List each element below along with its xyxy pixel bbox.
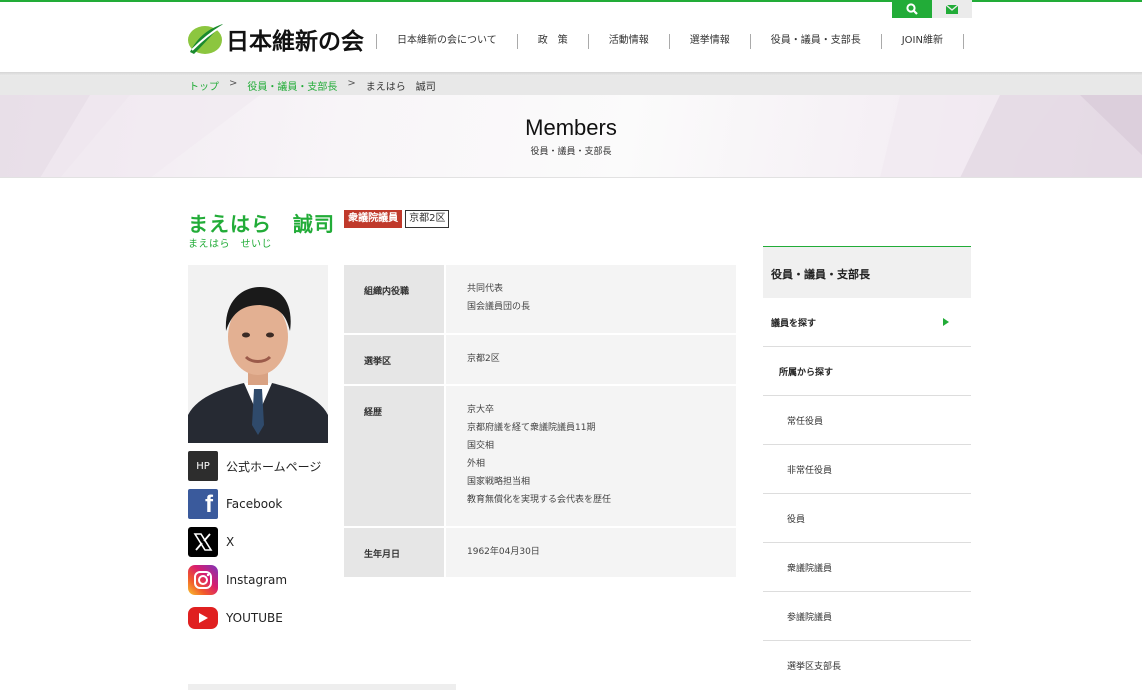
sidebar-item-officers[interactable]: 役員: [763, 494, 971, 543]
member-name-kana: まえはら せいじ: [188, 239, 272, 250]
breadcrumb: トップ > 役員・議員・支部長 > まえはら 誠司: [189, 78, 436, 93]
arrow-right-icon: [943, 318, 949, 326]
info-line: 1962年04月30日: [467, 547, 540, 557]
homepage-link-label: 公式ホームページ: [226, 459, 322, 474]
info-value-birthdate: 1962年04月30日: [446, 528, 736, 579]
info-line: 国交相: [467, 441, 495, 451]
info-line: 教育無償化を実現する会代表を歴任: [467, 495, 612, 505]
homepage-link[interactable]: HP 公式ホームページ: [188, 451, 321, 481]
homepage-icon: HP: [188, 451, 218, 481]
table-row: 生年月日 1962年04月30日: [344, 528, 736, 579]
info-line: 京都2区: [467, 354, 500, 364]
sidebar-item-standing-officers[interactable]: 常任役員: [763, 396, 971, 445]
search-icon: [906, 3, 918, 15]
info-line: 共同代表: [467, 284, 504, 294]
page-hero: Members 役員・議員・支部長: [0, 95, 1142, 178]
sidebar-item-label: 議員を探す: [771, 318, 817, 329]
info-line: 国家戦略担当相: [467, 477, 531, 487]
info-line: 京大卒: [467, 405, 495, 415]
nav-activities[interactable]: 活動情報: [587, 34, 669, 49]
table-row: 組織内役職 共同代表 国会議員団の長: [344, 265, 736, 335]
instagram-link-label: Instagram: [226, 573, 288, 587]
facebook-icon: f: [188, 489, 218, 519]
sidebar-item-label: 非常任役員: [787, 465, 833, 476]
youtube-icon: [188, 607, 218, 629]
member-info-table: 組織内役職 共同代表 国会議員団の長 選挙区 京都2区 経歴 京大卒 京都府議を…: [344, 265, 736, 579]
content-block-stub: [188, 684, 456, 690]
youtube-link-label: YOUTUBE: [226, 611, 283, 625]
sidebar-item-label: 常任役員: [787, 416, 824, 427]
page-subtitle: 役員・議員・支部長: [530, 147, 612, 157]
sidebar-item-label: 参議院議員: [787, 612, 833, 623]
breadcrumb-separator: >: [347, 78, 356, 89]
sidebar-heading: 役員・議員・支部長: [763, 246, 971, 298]
sidebar-item-search-members[interactable]: 議員を探す: [763, 298, 971, 347]
breadcrumb-home[interactable]: トップ: [189, 78, 219, 93]
info-value-district: 京都2区: [446, 335, 736, 386]
sidebar-item-label: 役員: [787, 514, 806, 525]
sidebar-item-label: 所属から探す: [779, 367, 834, 378]
breadcrumb-current: まえはら 誠司: [365, 82, 436, 93]
sidebar: 役員・議員・支部長 議員を探す 所属から探す 常任役員 非常任役員 役員 衆議院…: [763, 246, 971, 690]
member-name: まえはら 誠司: [188, 212, 335, 236]
member-name-block: まえはら 誠司 衆議院議員 京都2区: [188, 208, 450, 237]
sidebar-item-district-branch-heads[interactable]: 選挙区支部長: [763, 641, 971, 690]
info-label-birthdate: 生年月日: [344, 528, 446, 579]
info-value-position: 共同代表 国会議員団の長: [446, 265, 736, 335]
house-badge: 衆議院議員: [344, 209, 403, 228]
x-link-label: X: [226, 535, 235, 549]
x-icon: [188, 527, 218, 557]
sidebar-item-house-of-councillors[interactable]: 参議院議員: [763, 592, 971, 641]
facebook-link[interactable]: f Facebook: [188, 489, 321, 519]
district-badge: 京都2区: [405, 209, 450, 228]
global-nav: 日本維新の会について 政 策 活動情報 選挙情報 役員・議員・支部長 JOIN維…: [376, 34, 964, 50]
breadcrumb-separator: >: [229, 78, 238, 89]
nav-elections[interactable]: 選挙情報: [668, 34, 750, 49]
info-label-district: 選挙区: [344, 335, 446, 386]
instagram-link[interactable]: Instagram: [188, 565, 321, 595]
logo-text: 日本維新の会: [226, 28, 364, 55]
facebook-link-label: Facebook: [226, 497, 283, 511]
table-row: 経歴 京大卒 京都府議を経て衆議院議員11期 国交相 外相 国家戦略担当相 教育…: [344, 386, 736, 528]
nav-join[interactable]: JOIN維新: [880, 34, 964, 49]
sidebar-item-by-affiliation[interactable]: 所属から探す: [763, 347, 971, 396]
sidebar-item-label: 選挙区支部長: [787, 662, 842, 672]
info-line: 京都府議を経て衆議院議員11期: [467, 423, 596, 433]
info-value-career: 京大卒 京都府議を経て衆議院議員11期 国交相 外相 国家戦略担当相 教育無償化…: [446, 386, 736, 528]
member-photo: [188, 265, 328, 443]
x-link[interactable]: X: [188, 527, 321, 557]
nav-members[interactable]: 役員・議員・支部長: [749, 34, 881, 49]
info-line: 外相: [467, 459, 486, 469]
logo-leaf-icon: [188, 24, 223, 54]
youtube-link[interactable]: YOUTUBE: [188, 603, 321, 633]
breadcrumb-section[interactable]: 役員・議員・支部長: [247, 78, 337, 93]
external-links: HP 公式ホームページ f Facebook X Instagram YOUTU…: [188, 451, 321, 641]
sidebar-item-house-of-representatives[interactable]: 衆議院議員: [763, 543, 971, 592]
instagram-icon: [188, 565, 218, 595]
breadcrumb-bar: トップ > 役員・議員・支部長 > まえはら 誠司: [0, 76, 1142, 95]
member-portrait: [188, 265, 328, 443]
info-line: 国会議員団の長: [467, 302, 531, 312]
header-icon-buttons: [892, 0, 972, 18]
table-row: 選挙区 京都2区: [344, 335, 736, 386]
mail-icon: [946, 4, 958, 14]
page-title: Members: [525, 115, 617, 140]
nav-policy[interactable]: 政 策: [516, 34, 588, 49]
mail-button[interactable]: [932, 0, 972, 18]
search-button[interactable]: [892, 0, 932, 18]
sidebar-item-label: 衆議院議員: [787, 563, 833, 574]
info-label-career: 経歴: [344, 386, 446, 528]
info-label-position: 組織内役職: [344, 265, 446, 335]
sidebar-item-non-standing-officers[interactable]: 非常任役員: [763, 445, 971, 494]
site-logo[interactable]: 日本維新の会: [188, 22, 364, 56]
nav-about[interactable]: 日本維新の会について: [376, 34, 517, 49]
